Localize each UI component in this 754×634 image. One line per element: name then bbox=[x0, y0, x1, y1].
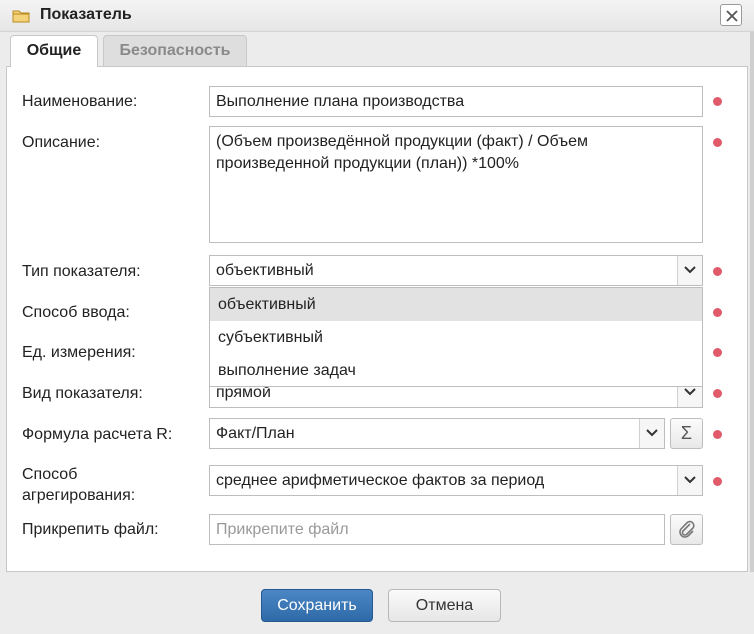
formula-select[interactable]: Факт/План bbox=[209, 418, 665, 449]
indicator-type-value: объективный bbox=[216, 262, 314, 279]
dropdown-option[interactable]: объективный bbox=[210, 288, 702, 321]
required-marker bbox=[713, 348, 722, 357]
aggregation-label-line2: агрегирования: bbox=[22, 487, 136, 504]
required-marker bbox=[713, 138, 722, 147]
chevron-down-icon bbox=[684, 266, 696, 274]
required-marker bbox=[713, 477, 722, 486]
chevron-down-icon bbox=[684, 388, 696, 396]
required-marker bbox=[713, 430, 722, 439]
formula-dropdown-button[interactable] bbox=[639, 419, 664, 448]
formula-editor-button[interactable]: Σ bbox=[670, 418, 703, 449]
close-button[interactable] bbox=[720, 4, 742, 26]
attachment-input[interactable]: Прикрепите файл bbox=[209, 514, 665, 545]
save-button[interactable]: Сохранить bbox=[261, 589, 373, 622]
required-marker bbox=[713, 308, 722, 317]
formula-label: Формула расчета R: bbox=[22, 426, 173, 443]
formula-value: Факт/План bbox=[216, 425, 295, 442]
dropdown-option[interactable]: выполнение задач bbox=[210, 354, 702, 387]
description-label: Описание: bbox=[22, 134, 101, 151]
indicator-type-dropdown-button[interactable] bbox=[677, 256, 702, 285]
description-textarea[interactable]: (Объем произведённой продукции (факт) / … bbox=[209, 126, 703, 243]
attachment-label: Прикрепить файл: bbox=[22, 521, 159, 538]
aggregation-dropdown-button[interactable] bbox=[677, 466, 702, 495]
sigma-icon: Σ bbox=[680, 423, 693, 443]
tab-security[interactable]: Безопасность bbox=[103, 35, 247, 67]
paperclip-icon bbox=[678, 520, 695, 538]
attach-file-button[interactable] bbox=[670, 514, 703, 545]
aggregation-value: среднее арифметическое фактов за период bbox=[216, 472, 545, 489]
dropdown-option[interactable]: субъективный bbox=[210, 321, 702, 354]
window-edge bbox=[750, 32, 754, 572]
close-icon bbox=[726, 10, 738, 22]
indicator-type-dropdown-list: объективный субъективный выполнение зада… bbox=[209, 287, 703, 387]
indicator-kind-label: Вид показателя: bbox=[22, 385, 143, 402]
aggregation-select[interactable]: среднее арифметическое фактов за период bbox=[209, 465, 703, 496]
chevron-down-icon bbox=[646, 429, 658, 437]
tab-general[interactable]: Общие bbox=[10, 35, 98, 67]
chevron-down-icon bbox=[684, 476, 696, 484]
name-input[interactable]: Выполнение плана производства bbox=[209, 86, 703, 117]
indicator-type-select[interactable]: объективный bbox=[209, 255, 703, 286]
cancel-button[interactable]: Отмена bbox=[388, 589, 501, 622]
required-marker bbox=[713, 97, 722, 106]
input-method-label: Способ ввода: bbox=[22, 304, 130, 321]
unit-label: Ед. измерения: bbox=[22, 344, 136, 361]
dialog-title: Показатель bbox=[40, 6, 132, 23]
folder-icon bbox=[12, 10, 30, 23]
aggregation-label-line1: Способ bbox=[22, 466, 78, 483]
indicator-type-label: Тип показателя: bbox=[22, 263, 141, 280]
name-label: Наименование: bbox=[22, 93, 138, 110]
required-marker bbox=[713, 389, 722, 398]
dialog-titlebar: Показатель bbox=[0, 0, 754, 32]
required-marker bbox=[713, 267, 722, 276]
